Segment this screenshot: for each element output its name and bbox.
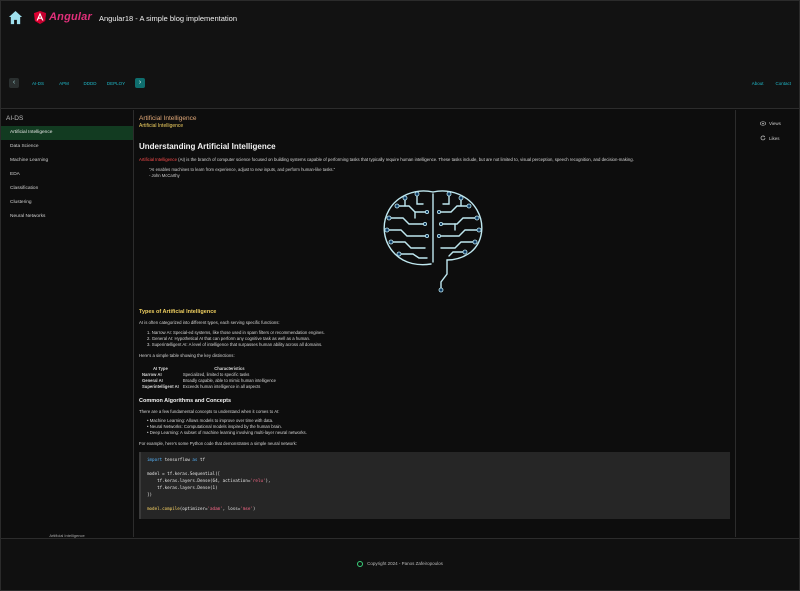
copyright: Copyright 2024 - Panos Zafeiropoulos: [1, 561, 799, 567]
quote-author: - John McCarthy: [149, 172, 180, 178]
code-intro: For example, here's some Python code tha…: [139, 441, 297, 446]
about-link[interactable]: About: [752, 81, 764, 86]
code-line: model = tf.keras.Sequential([: [147, 471, 221, 476]
table-cell: Superintelligent AI: [142, 383, 179, 389]
algo-intro: There are a few fundamental concepts to …: [139, 409, 280, 414]
sidebar-item-data-science[interactable]: Data Science: [1, 140, 133, 154]
code-line: import tensorflow as tf: [147, 457, 206, 462]
home-icon[interactable]: [8, 10, 23, 25]
table-row: Superintelligent AI Exceeds human intell…: [140, 383, 278, 389]
sidebar-item-clustering[interactable]: Clustering: [1, 196, 133, 210]
copyright-text: Copyright 2024 - Panos Zafeiropoulos: [367, 561, 443, 567]
sidebar-item-eda[interactable]: EDA: [1, 168, 133, 182]
brand-name[interactable]: Angular: [49, 11, 92, 23]
top-nav: ‹ AI-DS APM DDDD DEPLOY ›: [9, 78, 145, 88]
quote-text: "AI enables machines to learn from exper…: [149, 167, 336, 172]
code-line: ]): [147, 492, 153, 497]
nav-prev-button[interactable]: ‹: [9, 78, 19, 88]
list-item: • Deep Learning: A subset of machine lea…: [147, 430, 307, 435]
intro-text: (AI) is the branch of computer science f…: [176, 157, 634, 162]
top-header: Angular Angular18 - A simple blog implem…: [1, 1, 799, 109]
code-line: ​: [147, 498, 724, 505]
angular-logo-icon[interactable]: [34, 11, 46, 24]
sidebar-title: AI-DS: [6, 115, 24, 122]
contact-link[interactable]: Contact: [775, 81, 791, 86]
sidebar: AI-DS Artificial Intelligence Data Scien…: [1, 110, 134, 538]
article-category: Artificial Intelligence: [139, 115, 197, 122]
page-footer: Copyright 2024 - Panos Zafeiropoulos: [1, 538, 799, 590]
nav-next-button[interactable]: ›: [135, 78, 145, 88]
algo-list: • Machine Learning: Allows models to imp…: [147, 418, 307, 436]
article-intro: Artificial Intelligence (AI) is the bran…: [139, 157, 729, 162]
article-quote: "AI enables machines to learn from exper…: [149, 167, 335, 178]
article-subcategory: Artificial Intelligence: [139, 123, 184, 129]
sidebar-menu: Artificial Intelligence Data Science Mac…: [1, 126, 133, 224]
types-heading: Types of Artificial Intelligence: [139, 309, 217, 315]
sidebar-item-classification[interactable]: Classification: [1, 182, 133, 196]
refresh-icon: [760, 135, 766, 141]
table-intro: Here's a simple table showing the key di…: [139, 353, 235, 358]
intro-highlight[interactable]: Artificial Intelligence: [139, 157, 177, 162]
article-heading: Understanding Artificial Intelligence: [139, 142, 276, 151]
nav-link-ai-ds[interactable]: AI-DS: [25, 81, 51, 86]
table-cell: Exceeds human intelligence in all aspect…: [182, 383, 261, 389]
nav-link-deploy[interactable]: DEPLOY: [103, 81, 129, 86]
algo-heading: Common Algorithms and Concepts: [139, 398, 232, 404]
nav-link-dddd[interactable]: DDDD: [77, 81, 103, 86]
views-counter[interactable]: Views: [760, 121, 781, 126]
types-intro: AI is often categorized into different t…: [139, 320, 280, 325]
nav-link-apm[interactable]: APM: [51, 81, 77, 86]
list-item: 3. Superintelligent AI: A level of intel…: [147, 342, 323, 347]
sidebar-item-neural-networks[interactable]: Neural Networks: [1, 210, 133, 224]
circuit-brain-image: [383, 190, 483, 293]
table-cell: Broadly capable, able to mimic human int…: [182, 377, 276, 383]
code-line: tf.keras.layers.Dense(64, activation='re…: [147, 478, 271, 483]
views-label: Views: [769, 121, 781, 126]
code-line: model.compile(optimizer='adam', loss='ms…: [147, 506, 256, 511]
code-line: tf.keras.layers.Dense(1): [147, 485, 218, 490]
likes-counter[interactable]: Likes: [760, 135, 780, 141]
likes-label: Likes: [769, 135, 780, 141]
app-title: Angular18 - A simple blog implementation: [99, 14, 237, 23]
eye-icon: [760, 121, 766, 126]
header-right-links: About Contact: [752, 81, 791, 86]
ai-types-table: AI Type Characteristics Narrow AI Specia…: [140, 365, 278, 389]
types-list: 1. Narrow AI: Special-ed systems, like t…: [147, 330, 325, 348]
table-row: General AI Broadly capable, able to mimi…: [140, 377, 278, 383]
code-line: ​: [147, 463, 724, 470]
article-content: Artificial Intelligence Artificial Intel…: [135, 110, 735, 537]
copyright-icon: [357, 561, 364, 567]
right-panel: Views Likes: [735, 110, 799, 537]
sidebar-item-machine-learning[interactable]: Machine Learning: [1, 154, 133, 168]
sidebar-item-artificial-intelligence[interactable]: Artificial Intelligence: [1, 126, 133, 140]
code-block[interactable]: import tensorflow as tf​model = tf.keras…: [139, 452, 730, 519]
